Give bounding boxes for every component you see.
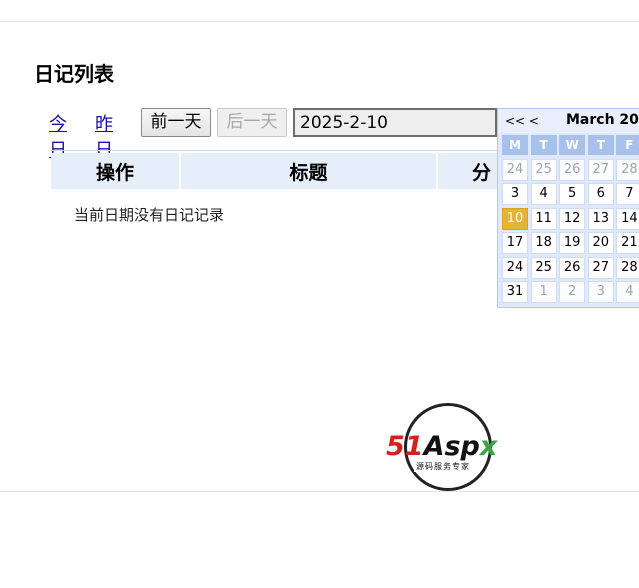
calendar-weekday: F xyxy=(616,135,639,155)
calendar-day[interactable]: 2 xyxy=(559,281,586,303)
page-title: 日记列表 xyxy=(34,62,114,86)
column-header-title: 标题 xyxy=(181,153,436,189)
calendar-day[interactable]: 12 xyxy=(559,207,586,230)
calendar-popup: << < March 2025 MTWTF 242526272834567101… xyxy=(497,108,639,308)
calendar-header: << < March 2025 xyxy=(498,109,639,133)
calendar-day[interactable]: 28 xyxy=(616,159,639,181)
calendar-day[interactable]: 27 xyxy=(587,256,614,279)
calendar-prev-nav[interactable]: << < xyxy=(505,114,539,128)
empty-message: 当前日期没有日记记录 xyxy=(74,206,225,224)
calendar-day[interactable]: 3 xyxy=(587,281,614,303)
calendar-day[interactable]: 27 xyxy=(587,159,614,181)
calendar-day[interactable]: 5 xyxy=(559,183,586,206)
calendar-day[interactable]: 25 xyxy=(530,159,557,181)
calendar-day[interactable]: 13 xyxy=(587,207,614,230)
calendar-weekday: M xyxy=(502,135,528,155)
calendar-day[interactable]: 3 xyxy=(502,183,528,206)
next-day-button[interactable]: 后一天 xyxy=(217,108,287,137)
calendar-day[interactable]: 4 xyxy=(530,183,557,206)
prev-day-button[interactable]: 前一天 xyxy=(141,108,211,137)
date-input[interactable] xyxy=(293,108,497,137)
calendar-day[interactable]: 1 xyxy=(530,281,557,303)
calendar-day[interactable]: 25 xyxy=(530,256,557,279)
table-header-row: 操作 标题 分 xyxy=(51,153,572,189)
brand-logo: 51Aspx 源码服务专家 xyxy=(386,403,512,493)
column-header-actions: 操作 xyxy=(51,153,179,189)
logo-part-x: x xyxy=(479,431,498,462)
calendar-day[interactable]: 6 xyxy=(587,183,614,206)
calendar-month-label: March 2025 xyxy=(566,112,639,128)
calendar-day[interactable]: 19 xyxy=(559,232,586,255)
calendar-day[interactable]: 20 xyxy=(587,232,614,255)
logo-tagline: 源码服务专家 xyxy=(414,461,472,472)
calendar-day[interactable]: 24 xyxy=(502,159,528,181)
calendar-weekday: T xyxy=(587,135,614,155)
calendar-day[interactable]: 26 xyxy=(559,159,586,181)
calendar-day[interactable]: 11 xyxy=(530,207,557,230)
calendar-day-selected[interactable]: 10 xyxy=(502,207,528,230)
calendar-day[interactable]: 18 xyxy=(530,232,557,255)
bottom-divider xyxy=(0,491,639,492)
calendar-day[interactable]: 7 xyxy=(616,183,639,206)
calendar-day[interactable]: 24 xyxy=(502,256,528,279)
calendar-weekday: W xyxy=(559,135,586,155)
calendar-day[interactable]: 14 xyxy=(616,207,639,230)
calendar-day[interactable]: 26 xyxy=(559,256,586,279)
calendar-day[interactable]: 21 xyxy=(616,232,639,255)
calendar-day[interactable]: 31 xyxy=(502,281,528,303)
calendar-weekday: T xyxy=(530,135,557,155)
calendar-day[interactable]: 17 xyxy=(502,232,528,255)
top-divider xyxy=(0,21,639,22)
logo-part-51: 51 xyxy=(386,431,424,462)
logo-part-asp: Asp xyxy=(423,431,480,462)
calendar-day[interactable]: 28 xyxy=(616,256,639,279)
logo-wordmark: 51Aspx xyxy=(386,431,512,462)
calendar-day[interactable]: 4 xyxy=(616,281,639,303)
